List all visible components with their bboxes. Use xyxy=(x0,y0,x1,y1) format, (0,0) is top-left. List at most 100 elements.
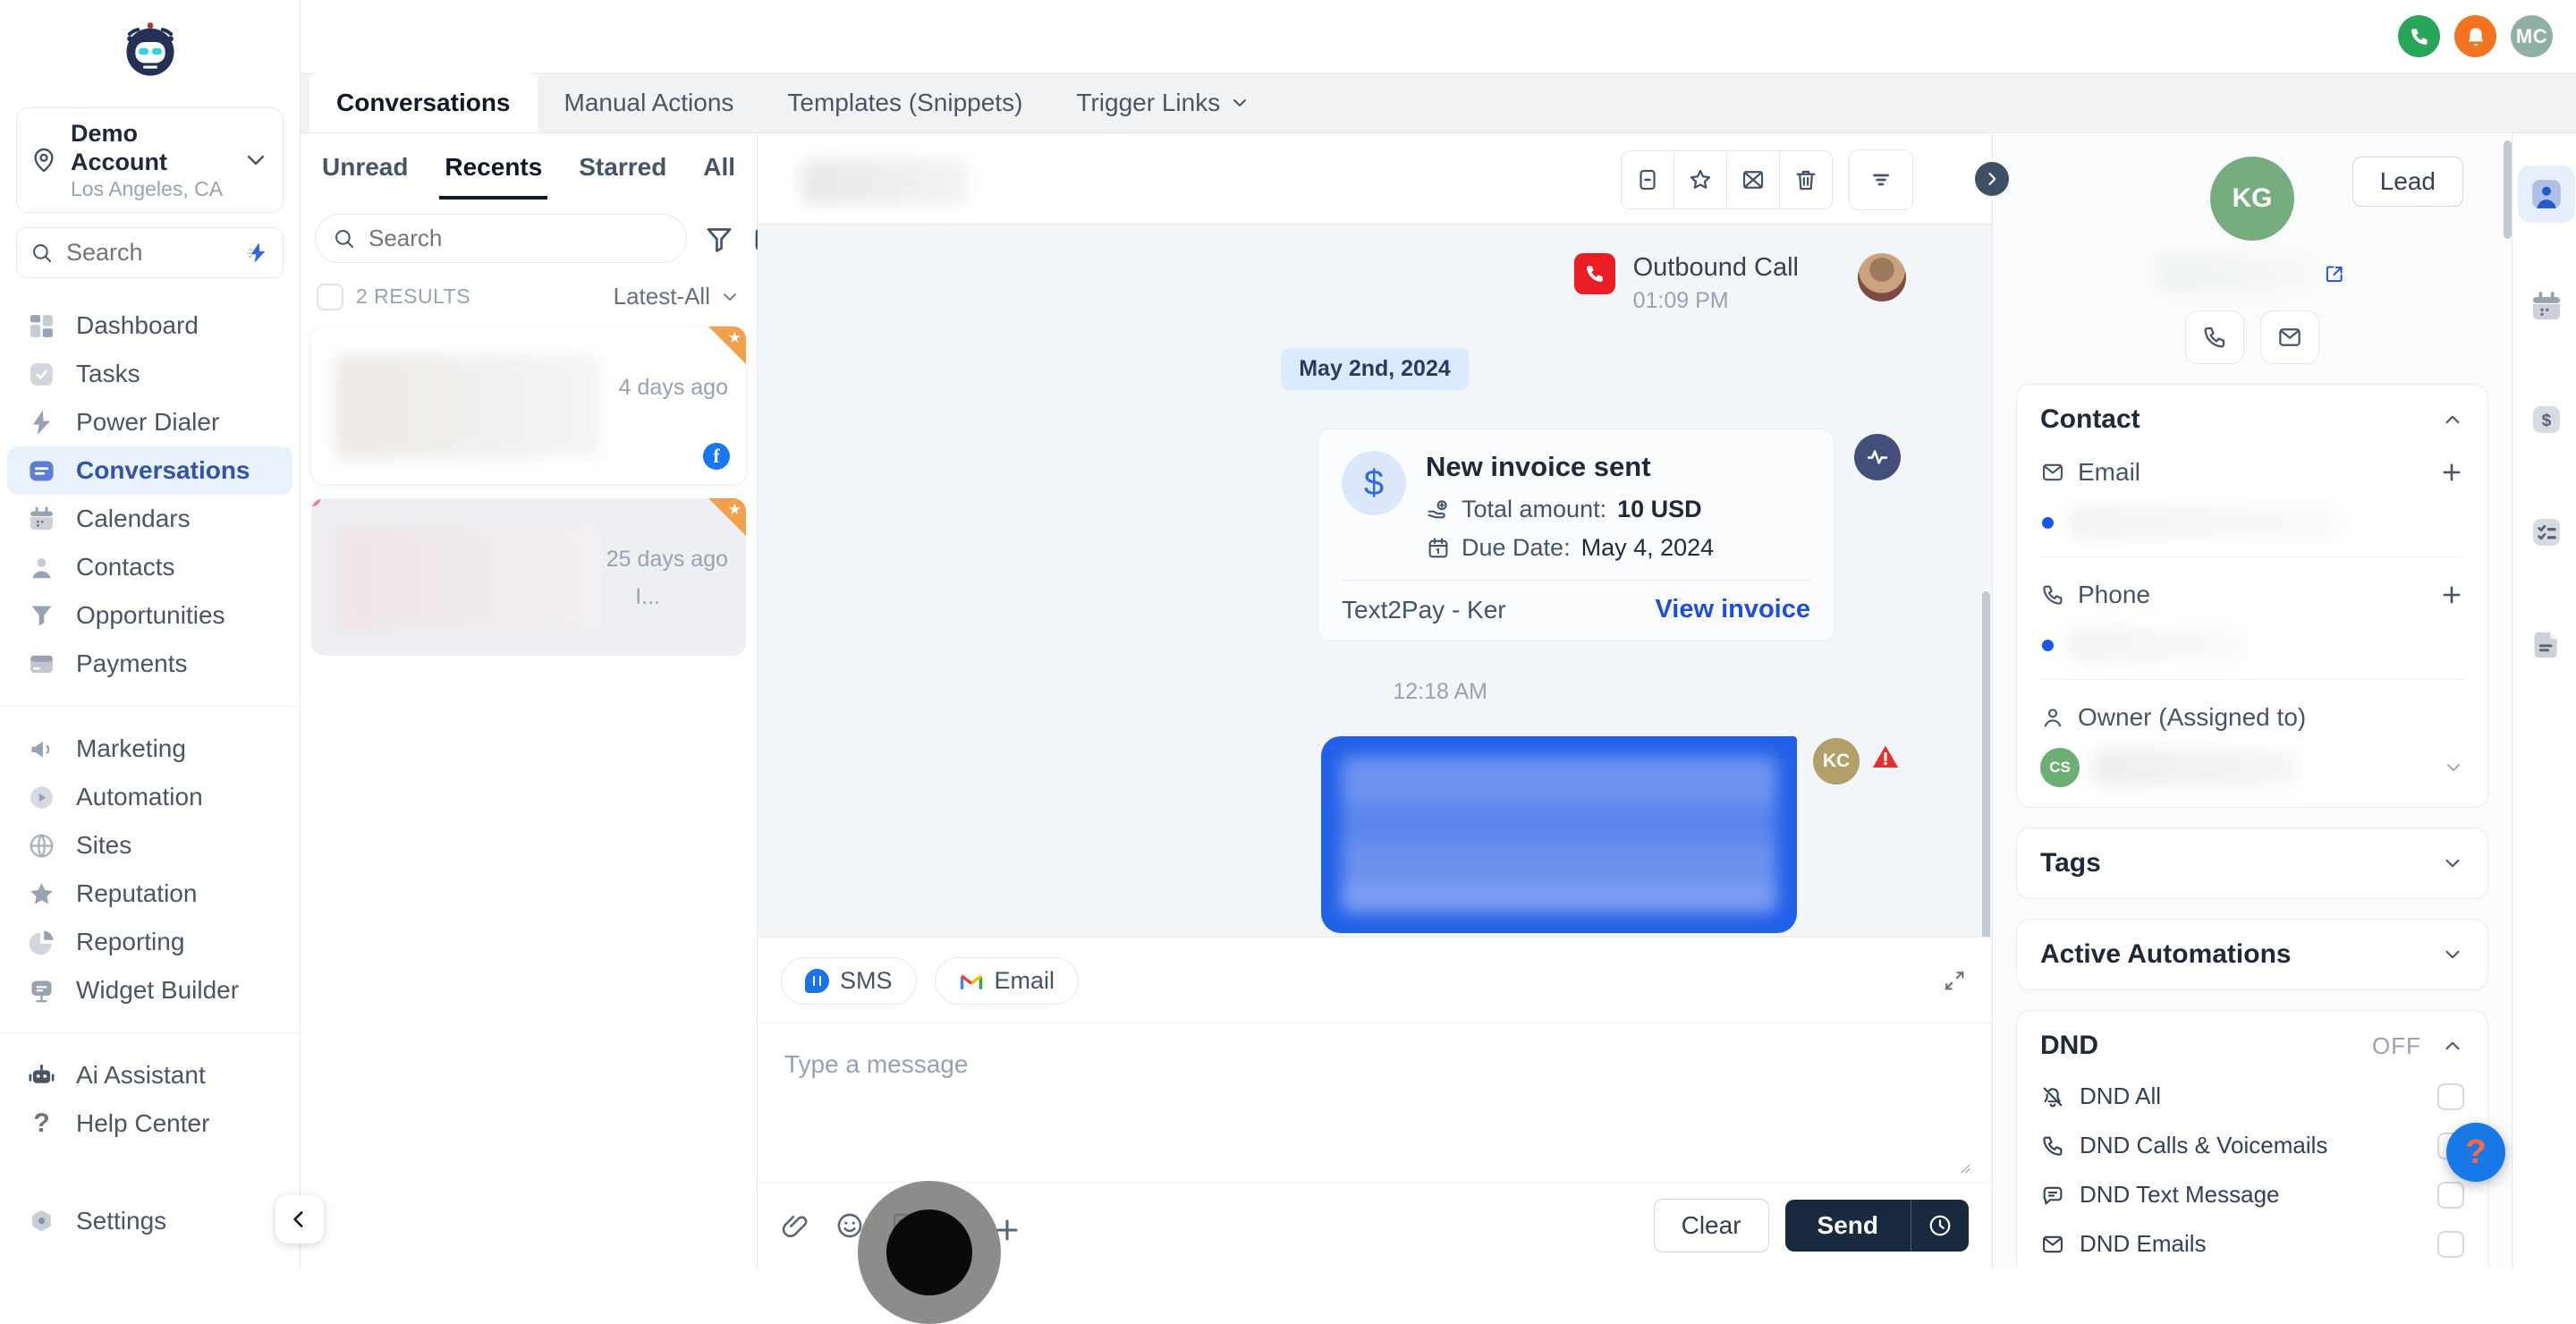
funnel-fill-icon xyxy=(27,601,56,631)
select-all-checkbox[interactable] xyxy=(317,284,343,310)
divider xyxy=(1342,580,1810,581)
notifications-button[interactable] xyxy=(2454,15,2496,57)
quick-actions-bolt-icon[interactable] xyxy=(246,241,270,265)
conversation-item[interactable]: ★4 days agof xyxy=(311,327,746,484)
attachment-icon[interactable] xyxy=(781,1210,811,1241)
phone-value-redacted xyxy=(2068,627,2247,663)
dnd-checkbox[interactable] xyxy=(2437,1231,2464,1258)
collapse-composer-icon[interactable] xyxy=(1942,968,1967,993)
sidebar-item-sites[interactable]: Sites xyxy=(0,821,300,870)
sidebar-collapse-button[interactable] xyxy=(275,1195,324,1243)
chevron-down-icon xyxy=(719,286,741,308)
sidebar-item-ai-assistant[interactable]: Ai Assistant xyxy=(0,1051,300,1099)
sidebar-item-tasks[interactable]: Tasks xyxy=(0,350,300,398)
strip-tasks-tab[interactable] xyxy=(2518,504,2575,561)
chat-actions xyxy=(1621,149,1913,210)
pie-icon xyxy=(27,928,56,957)
sort-dropdown[interactable]: Latest-All xyxy=(614,283,741,310)
sidebar-search-input[interactable] xyxy=(64,238,235,267)
schedule-send-button[interactable] xyxy=(1911,1200,1969,1252)
resize-handle-icon[interactable] xyxy=(1956,1159,1972,1175)
conversation-filter-unread[interactable]: Unread xyxy=(317,153,413,199)
user-avatar[interactable]: MC xyxy=(2511,15,2553,57)
sidebar-item-conversations[interactable]: Conversations xyxy=(7,446,292,495)
app-root: Demo Account Los Angeles, CA DashboardTa… xyxy=(0,0,2576,1269)
sidebar-item-marketing[interactable]: Marketing xyxy=(0,725,300,773)
system-avatar xyxy=(1854,434,1901,480)
dialer-button[interactable] xyxy=(2398,15,2440,57)
sidebar-search[interactable] xyxy=(16,227,284,278)
call-contact-button[interactable] xyxy=(2185,310,2244,364)
strip-notes-tab[interactable] xyxy=(2518,616,2575,674)
clear-button[interactable]: Clear xyxy=(1654,1199,1769,1252)
sidebar-item-automation[interactable]: Automation xyxy=(0,773,300,821)
dnd-checkbox[interactable] xyxy=(2437,1182,2464,1209)
channel-tab-sms[interactable]: SMS xyxy=(781,957,917,1005)
tab-templates-snippets-[interactable]: Templates (Snippets) xyxy=(760,72,1049,132)
automations-section-header[interactable]: Active Automations xyxy=(2040,939,2464,970)
send-button[interactable]: Send xyxy=(1785,1200,1911,1252)
conversation-time: 25 days ago xyxy=(606,547,728,573)
dnd-section-header[interactable]: DND OFF xyxy=(2040,1031,2464,1061)
filter-funnel-icon[interactable] xyxy=(703,223,735,255)
message-filter-button[interactable] xyxy=(1849,149,1913,210)
sidebar-item-opportunities[interactable]: Opportunities xyxy=(0,591,300,640)
contact-card-icon xyxy=(2529,176,2564,212)
delete-button[interactable] xyxy=(1780,151,1832,208)
chat-scrollbar[interactable] xyxy=(1982,591,1990,937)
help-button[interactable]: ? xyxy=(2446,1123,2505,1182)
conversations-icon xyxy=(27,456,56,486)
strip-payments-tab[interactable]: $ xyxy=(2518,391,2575,448)
mark-unread-button[interactable] xyxy=(1727,151,1780,208)
contact-avatar: KG xyxy=(2210,157,2294,241)
contact-panel-scrollbar[interactable] xyxy=(2504,140,2512,239)
sidebar-item-contacts[interactable]: Contacts xyxy=(0,543,300,591)
dnd-checkbox[interactable] xyxy=(2437,1083,2464,1110)
email-contact-button[interactable] xyxy=(2260,310,2319,364)
conversation-search[interactable] xyxy=(315,214,687,263)
conversation-item[interactable]: ★25 days agoI... xyxy=(311,498,746,656)
star-button[interactable] xyxy=(1674,151,1727,208)
sidebar-item-label: Contacts xyxy=(76,553,175,581)
sidebar-item-payments[interactable]: Payments xyxy=(0,640,300,688)
sidebar-item-reputation[interactable]: Reputation xyxy=(0,870,300,918)
dnd-label: DND Calls & Voicemails xyxy=(2080,1132,2327,1159)
conversation-preview-redacted xyxy=(335,525,603,631)
strip-appointments-tab[interactable] xyxy=(2518,278,2575,335)
sidebar-item-help-center[interactable]: ?Help Center xyxy=(0,1099,300,1148)
channel-tab-email[interactable]: Email xyxy=(935,957,1080,1005)
account-switcher[interactable]: Demo Account Los Angeles, CA xyxy=(16,107,284,213)
sidebar-item-reporting[interactable]: Reporting xyxy=(0,918,300,966)
conversation-filter-recents[interactable]: Recents xyxy=(439,153,547,199)
results-row: 2 RESULTS Latest-All xyxy=(301,263,757,319)
sidebar-item-calendars[interactable]: Calendars xyxy=(0,495,300,543)
sidebar-item-settings[interactable]: Settings xyxy=(0,1197,300,1245)
contact-photo-avatar xyxy=(1858,253,1906,301)
owner-select[interactable]: CS xyxy=(2040,748,2464,787)
conversation-filter-starred[interactable]: Starred xyxy=(573,153,672,199)
tab-trigger-links[interactable]: Trigger Links xyxy=(1049,72,1277,132)
external-link-icon[interactable] xyxy=(2323,262,2346,285)
strip-contact-tab[interactable] xyxy=(2518,166,2575,223)
dnd-status: OFF xyxy=(2372,1032,2421,1060)
chat-action-group xyxy=(1621,150,1833,209)
add-more-icon[interactable] xyxy=(992,1215,1022,1245)
dnd-item-dnd-text-message: DND Text Message xyxy=(2040,1181,2464,1209)
toggle-contact-panel-button[interactable] xyxy=(1975,162,2009,196)
sidebar-item-dashboard[interactable]: Dashboard xyxy=(0,301,300,350)
tags-section-header[interactable]: Tags xyxy=(2040,848,2464,878)
add-email-icon[interactable] xyxy=(2439,460,2464,485)
conversation-search-input[interactable] xyxy=(367,224,670,253)
tab-manual-actions[interactable]: Manual Actions xyxy=(538,72,761,132)
tab-conversations[interactable]: Conversations xyxy=(309,72,538,132)
recorder-overlay-button[interactable] xyxy=(886,1209,972,1295)
archive-button[interactable] xyxy=(1622,151,1674,208)
contact-section-header[interactable]: Contact xyxy=(2040,404,2464,435)
sidebar-item-widget-builder[interactable]: Widget Builder xyxy=(0,966,300,1014)
message-input[interactable] xyxy=(783,1048,1860,1186)
view-invoice-link[interactable]: View invoice xyxy=(1655,595,1810,624)
add-phone-icon[interactable] xyxy=(2439,582,2464,607)
sidebar-item-power-dialer[interactable]: Power Dialer xyxy=(0,398,300,446)
conversation-filter-all[interactable]: All xyxy=(698,153,741,199)
contact-type-badge[interactable]: Lead xyxy=(2352,157,2463,207)
